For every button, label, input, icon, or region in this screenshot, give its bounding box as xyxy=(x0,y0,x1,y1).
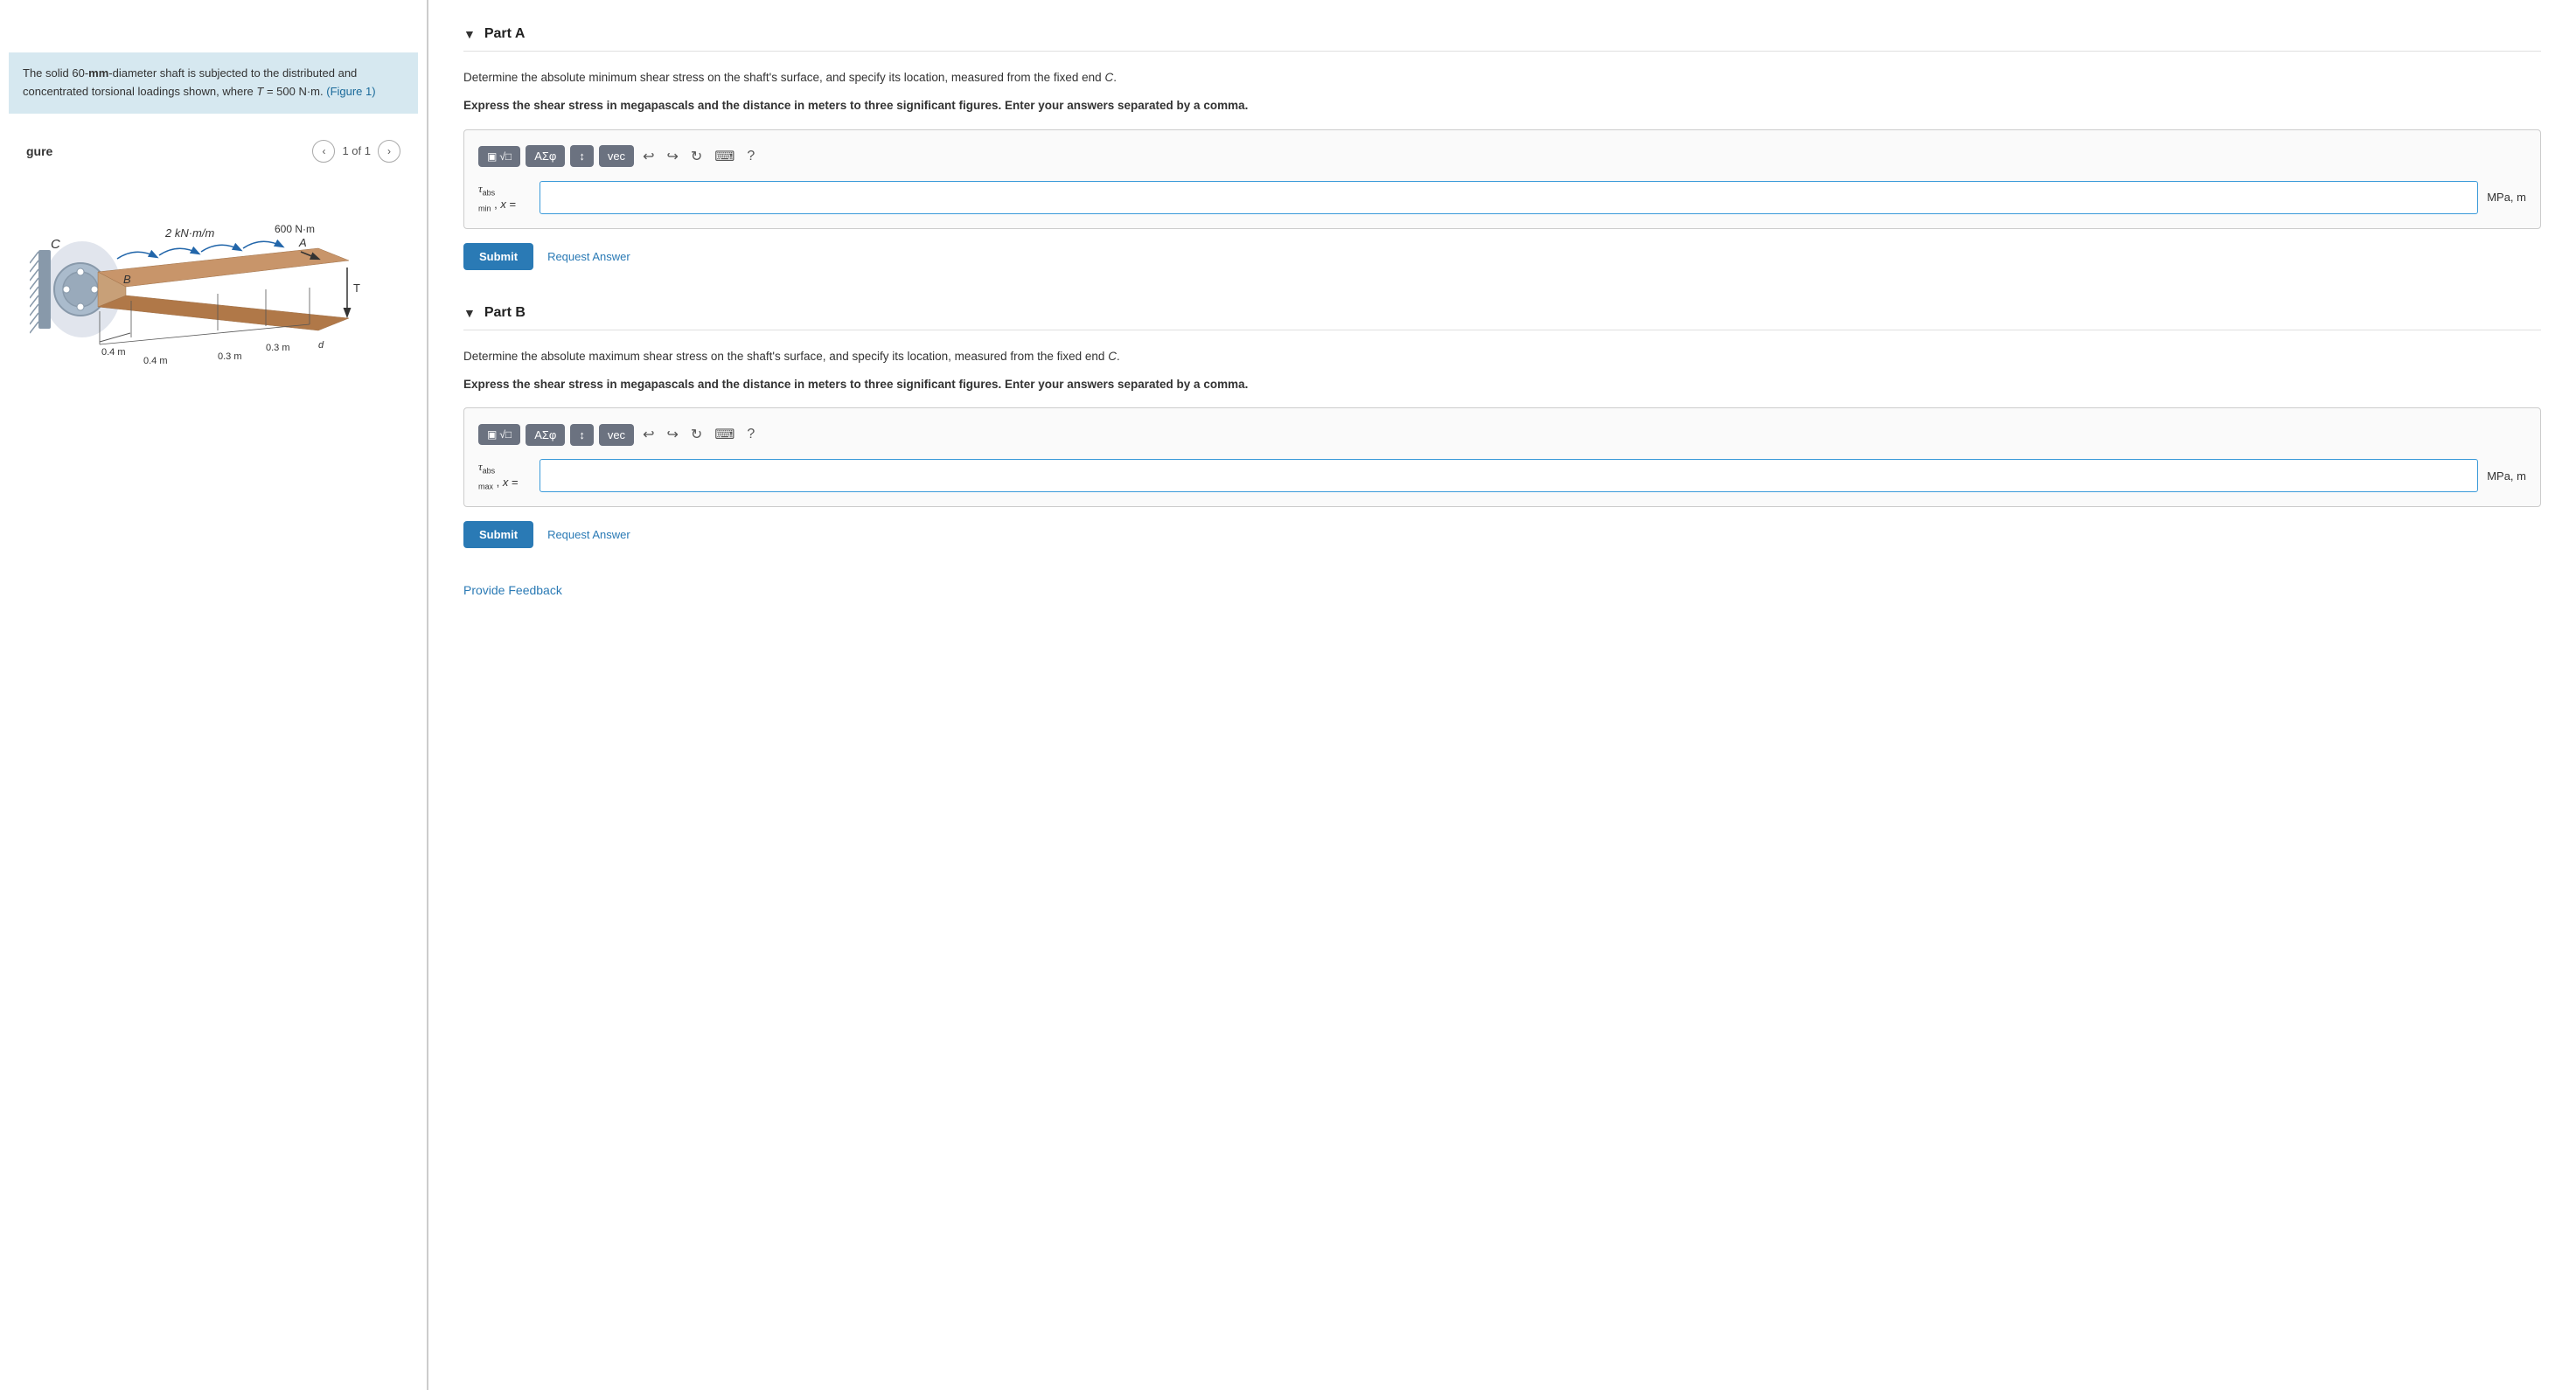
part-a-undo-btn[interactable]: ↩ xyxy=(639,144,658,169)
part-a-action-row: Submit Request Answer xyxy=(463,243,2541,270)
part-b-request-answer-link[interactable]: Request Answer xyxy=(547,528,630,541)
svg-text:0.3 m: 0.3 m xyxy=(218,351,242,362)
part-a-section: ▼ Part A Determine the absolute minimum … xyxy=(463,26,2541,270)
problem-statement: The solid 60-mm-diameter shaft is subjec… xyxy=(9,52,418,114)
part-a-toolbar: ▣√□ ΑΣφ ↕ vec ↩ ↪ ↻ ⌨ ? xyxy=(478,144,2526,169)
part-a-header: ▼ Part A xyxy=(463,26,2541,52)
part-b-matrix-btn[interactable]: ▣√□ xyxy=(478,424,520,445)
part-b-submit-button[interactable]: Submit xyxy=(463,521,533,548)
part-b-action-row: Submit Request Answer xyxy=(463,521,2541,548)
part-b-collapse-arrow[interactable]: ▼ xyxy=(463,306,476,320)
part-b-input-unit: MPa, m xyxy=(2487,469,2526,483)
part-b-header: ▼ Part B xyxy=(463,305,2541,330)
part-a-input-label: τabsmin , x = xyxy=(478,182,531,212)
svg-text:B: B xyxy=(123,273,131,286)
part-a-keyboard-btn[interactable]: ⌨ xyxy=(711,144,738,169)
figure-nav: ‹ 1 of 1 › xyxy=(303,136,409,166)
part-a-redo-btn[interactable]: ↪ xyxy=(663,144,681,169)
right-panel: ▼ Part A Determine the absolute minimum … xyxy=(428,0,2576,1390)
part-b-keyboard-btn[interactable]: ⌨ xyxy=(711,422,738,447)
part-a-answer-input[interactable] xyxy=(540,181,2478,214)
svg-text:A: A xyxy=(298,236,307,249)
svg-text:C: C xyxy=(51,237,60,252)
part-a-description: Determine the absolute minimum shear str… xyxy=(463,69,2541,87)
part-a-submit-button[interactable]: Submit xyxy=(463,243,533,270)
left-panel: The solid 60-mm-diameter shaft is subjec… xyxy=(0,0,428,1390)
part-a-input-unit: MPa, m xyxy=(2487,191,2526,204)
part-b-symbol-btn[interactable]: ΑΣφ xyxy=(526,424,565,446)
part-b-redo-btn[interactable]: ↪ xyxy=(663,422,681,447)
part-a-format-btn[interactable]: ↕ xyxy=(570,145,594,167)
part-a-instruction: Express the shear stress in megapascals … xyxy=(463,97,2541,115)
part-b-answer-box: ▣√□ ΑΣφ ↕ vec ↩ ↪ ↻ ⌨ ? τabsmax , x = MP… xyxy=(463,407,2541,507)
provide-feedback-link[interactable]: Provide Feedback xyxy=(463,583,2541,597)
part-a-refresh-btn[interactable]: ↻ xyxy=(687,144,706,169)
part-a-input-row: τabsmin , x = MPa, m xyxy=(478,181,2526,214)
part-b-help-btn[interactable]: ? xyxy=(743,423,758,446)
svg-text:600 N·m: 600 N·m xyxy=(275,223,315,235)
part-b-vec-btn[interactable]: vec xyxy=(599,424,634,446)
part-b-description: Determine the absolute maximum shear str… xyxy=(463,348,2541,365)
part-b-section: ▼ Part B Determine the absolute maximum … xyxy=(463,305,2541,549)
matrix-icon: ▣ xyxy=(487,150,497,163)
part-a-help-btn[interactable]: ? xyxy=(743,145,758,168)
svg-text:T: T xyxy=(353,281,360,295)
part-a-matrix-btn[interactable]: ▣√□ xyxy=(478,146,520,167)
matrix-icon-b: ▣ xyxy=(487,428,497,441)
part-b-input-label: τabsmax , x = xyxy=(478,460,531,490)
part-a-collapse-arrow[interactable]: ▼ xyxy=(463,27,476,41)
part-b-refresh-btn[interactable]: ↻ xyxy=(687,422,706,447)
part-b-undo-btn[interactable]: ↩ xyxy=(639,422,658,447)
figure-label: gure xyxy=(17,137,61,165)
part-b-title: Part B xyxy=(484,305,526,321)
figure-image: 2 kN·m/m C B A 600 N·m xyxy=(9,171,418,407)
figure-link[interactable]: (Figure 1) xyxy=(326,85,375,98)
part-a-title: Part A xyxy=(484,26,526,42)
figure-page: 1 of 1 xyxy=(342,144,371,157)
shaft-svg: 2 kN·m/m C B A 600 N·m xyxy=(30,189,397,390)
part-b-input-row: τabsmax , x = MPa, m xyxy=(478,459,2526,492)
next-figure-button[interactable]: › xyxy=(378,140,400,163)
part-b-toolbar: ▣√□ ΑΣφ ↕ vec ↩ ↪ ↻ ⌨ ? xyxy=(478,422,2526,447)
part-a-request-answer-link[interactable]: Request Answer xyxy=(547,250,630,263)
part-a-vec-btn[interactable]: vec xyxy=(599,145,634,167)
svg-text:0.4 m: 0.4 m xyxy=(143,356,168,366)
part-b-instruction: Express the shear stress in megapascals … xyxy=(463,376,2541,393)
problem-text: The solid 60-mm-diameter shaft is subjec… xyxy=(23,66,357,98)
part-b-format-btn[interactable]: ↕ xyxy=(570,424,594,446)
part-a-answer-box: ▣√□ ΑΣφ ↕ vec ↩ ↪ ↻ ⌨ ? τabsmin , x = MP… xyxy=(463,129,2541,229)
svg-text:0.4 m: 0.4 m xyxy=(101,347,126,358)
part-a-symbol-btn[interactable]: ΑΣφ xyxy=(526,145,565,167)
part-b-answer-input[interactable] xyxy=(540,459,2478,492)
svg-text:2 kN·m/m: 2 kN·m/m xyxy=(164,226,215,240)
svg-text:d: d xyxy=(318,340,324,351)
svg-text:0.3 m: 0.3 m xyxy=(266,343,290,353)
figure-area: gure ‹ 1 of 1 › xyxy=(0,122,427,1390)
prev-figure-button[interactable]: ‹ xyxy=(312,140,335,163)
